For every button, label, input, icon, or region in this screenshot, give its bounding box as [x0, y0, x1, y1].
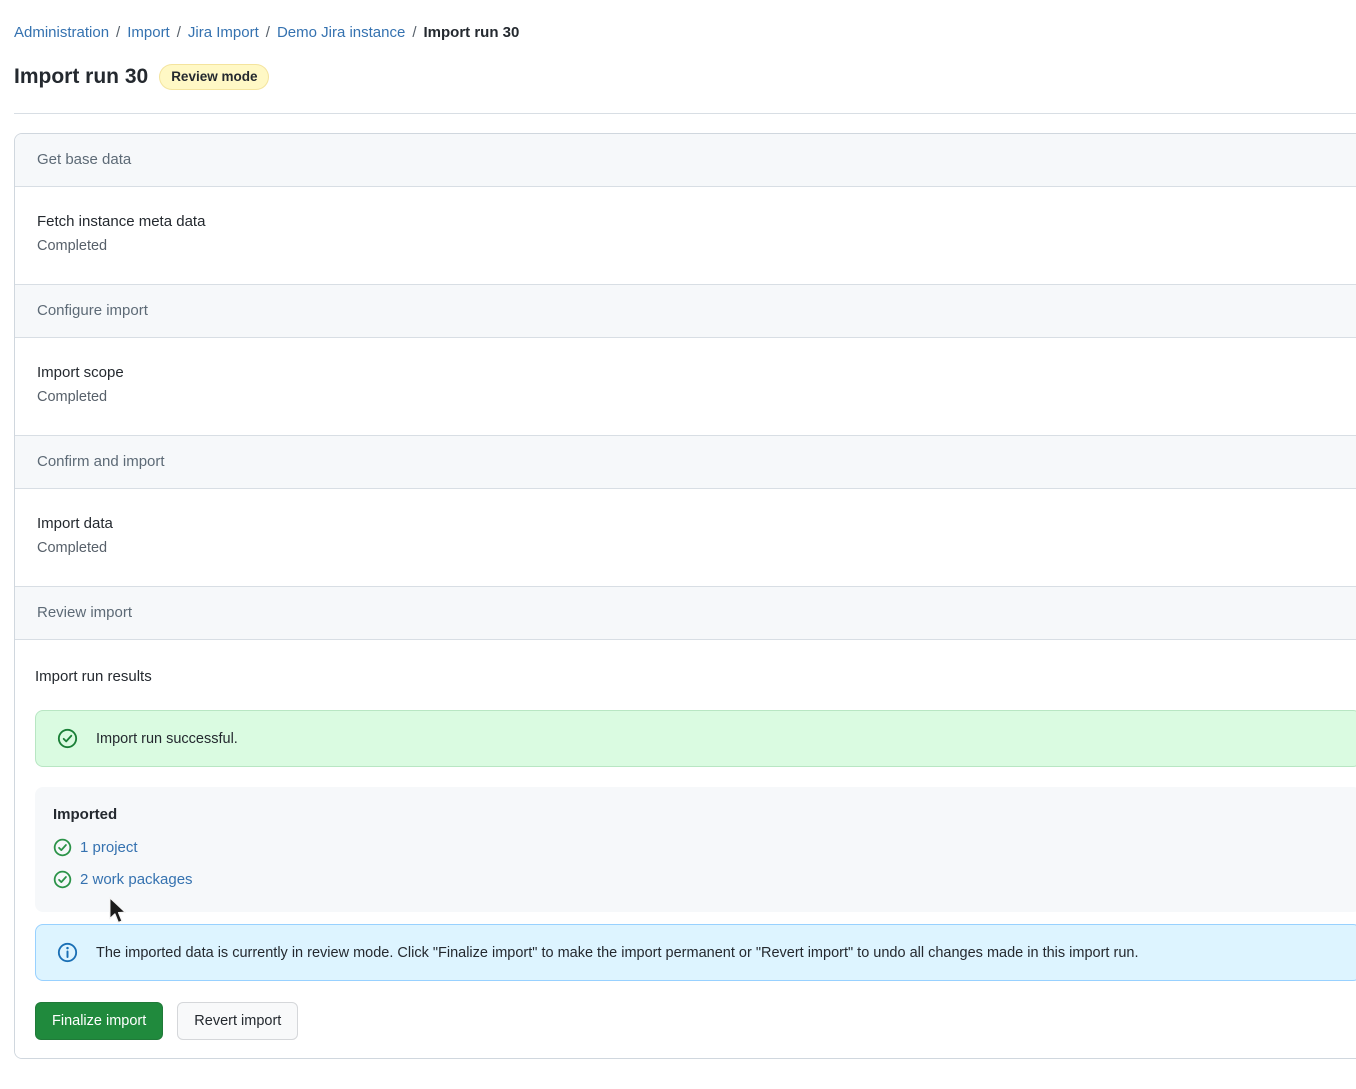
header-divider	[14, 113, 1356, 114]
check-circle-icon	[57, 728, 78, 749]
imported-projects-row[interactable]: 1 project	[53, 838, 138, 857]
imported-heading: Imported	[53, 806, 1343, 823]
success-banner-message: Import run successful.	[96, 729, 238, 749]
step-fetch-instance-meta-data: Fetch instance meta data Completed	[15, 187, 1356, 285]
step-title: Import data	[37, 514, 1356, 533]
import-steps-card: Get base data Fetch instance meta data C…	[14, 133, 1356, 1059]
step-import-scope: Import scope Completed	[15, 338, 1356, 436]
breadcrumb: Administration / Import / Jira Import / …	[14, 23, 1356, 43]
breadcrumb-administration[interactable]: Administration	[14, 23, 109, 43]
check-circle-icon	[53, 838, 72, 857]
check-circle-icon	[53, 870, 72, 889]
review-mode-badge: Review mode	[159, 64, 269, 90]
step-status: Completed	[37, 388, 1356, 407]
actions-row: Finalize import Revert import	[35, 1002, 1356, 1040]
breadcrumb-separator: /	[266, 23, 270, 43]
breadcrumb-separator: /	[177, 23, 181, 43]
info-banner: The imported data is currently in review…	[35, 924, 1356, 981]
step-title: Import scope	[37, 363, 1356, 382]
section-header-review-import: Review import	[15, 587, 1356, 640]
imported-work-packages-row[interactable]: 2 work packages	[53, 870, 193, 889]
review-import-body: Import run results Import run successful…	[15, 640, 1356, 1058]
breadcrumb-jira-import[interactable]: Jira Import	[188, 23, 259, 43]
breadcrumb-separator: /	[116, 23, 120, 43]
step-import-data: Import data Completed	[15, 489, 1356, 587]
breadcrumb-separator: /	[412, 23, 416, 43]
breadcrumb-demo-jira-instance[interactable]: Demo Jira instance	[277, 23, 405, 43]
step-status: Completed	[37, 237, 1356, 256]
breadcrumb-current-import-run: Import run 30	[424, 23, 520, 43]
imported-projects-link[interactable]: 1 project	[80, 838, 138, 857]
section-header-configure-import: Configure import	[15, 285, 1356, 338]
page-header: Import run 30 Review mode	[14, 64, 1356, 90]
imported-summary-box: Imported 1 project	[35, 787, 1356, 912]
info-banner-message: The imported data is currently in review…	[96, 943, 1138, 963]
success-banner: Import run successful.	[35, 710, 1356, 767]
import-run-results-heading: Import run results	[35, 667, 1356, 686]
section-header-confirm-and-import: Confirm and import	[15, 436, 1356, 489]
page-title: Import run 30	[14, 65, 148, 89]
step-title: Fetch instance meta data	[37, 212, 1356, 231]
breadcrumb-import[interactable]: Import	[127, 23, 170, 43]
revert-import-button[interactable]: Revert import	[177, 1002, 298, 1040]
finalize-import-button[interactable]: Finalize import	[35, 1002, 163, 1040]
admin-import-run-page: Administration / Import / Jira Import / …	[0, 0, 1356, 1089]
info-icon	[57, 942, 78, 963]
step-status: Completed	[37, 539, 1356, 558]
imported-work-packages-link[interactable]: 2 work packages	[80, 870, 193, 889]
section-header-get-base-data: Get base data	[15, 134, 1356, 187]
